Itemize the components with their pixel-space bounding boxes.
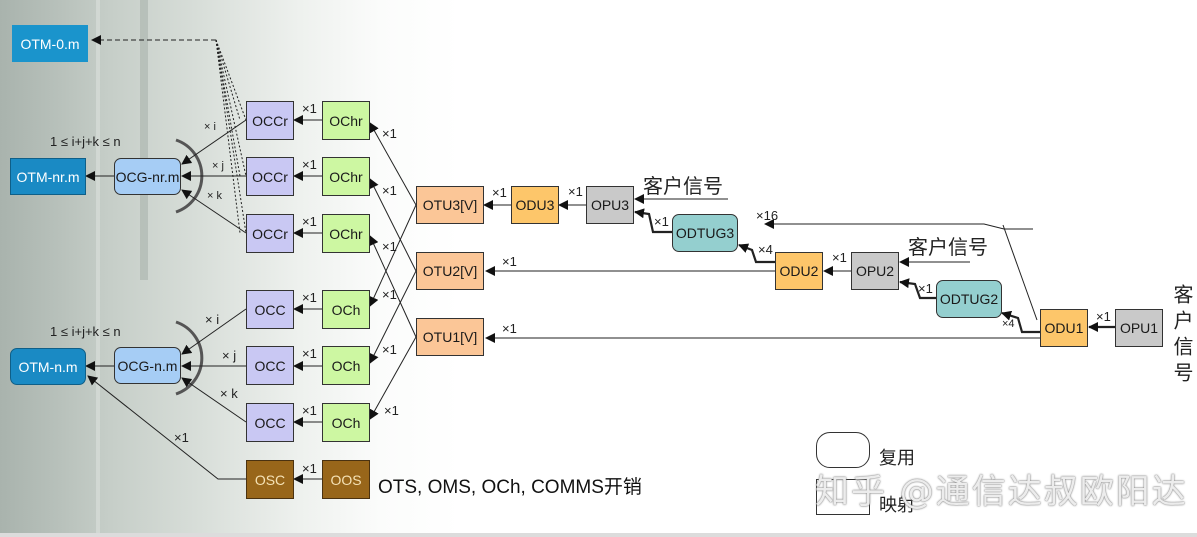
connection-lines — [85, 35, 1115, 484]
odu2-box: ODU2 — [775, 252, 823, 290]
multiplier-x1: ×1 — [1096, 309, 1111, 324]
multiplier-x1: ×1 — [302, 461, 317, 476]
och-box: OCh — [322, 346, 370, 385]
multiplier-k: × k — [207, 190, 222, 202]
otu-to-och-lines — [369, 122, 417, 420]
multiplier-i: × i — [204, 121, 216, 133]
multiplier-x1: ×1 — [302, 290, 317, 305]
odtug3-box: ODTUG3 — [672, 214, 738, 252]
multiplier-x1: ×1 — [382, 287, 397, 302]
multiplier-x1: ×1 — [382, 183, 397, 198]
ochr-box: OChr — [322, 214, 370, 253]
multiplier-x1: ×1 — [302, 346, 317, 361]
otm-nr-box: OTM-nr.m — [10, 158, 86, 195]
legend-multiplex-swatch — [816, 432, 870, 468]
multiplier-x1: ×1 — [302, 101, 317, 116]
multiplier-x1: ×1 — [302, 214, 317, 229]
oos-box: OOS — [322, 460, 370, 499]
constraint-label-top: 1 ≤ i+j+k ≤ n — [50, 134, 121, 149]
multiplier-x1: ×1 — [382, 342, 397, 357]
occ-box: OCC — [246, 346, 294, 385]
osc-box: OSC — [246, 460, 294, 499]
otu1-box: OTU1[V] — [416, 318, 484, 356]
multiplier-j: × j — [212, 160, 224, 172]
ocg-nr-box: OCG-nr.m — [114, 158, 181, 195]
multiplier-i: × i — [205, 312, 220, 327]
multiplier-x1: ×1 — [302, 403, 317, 418]
multiplier-x1: ×1 — [918, 281, 933, 296]
otu2-box: OTU2[V] — [416, 252, 484, 290]
otm-n-box: OTM-n.m — [10, 348, 86, 385]
multiplier-x1: ×1 — [302, 157, 317, 172]
occ-box: OCC — [246, 290, 294, 329]
multiplier-x1: ×1 — [654, 214, 669, 229]
ocg-n-box: OCG-n.m — [114, 347, 181, 384]
multiplier-x1: ×1 — [568, 184, 583, 199]
client-signal-label-vertical: 客户信号 — [1170, 284, 1194, 388]
ochr-box: OChr — [322, 157, 370, 196]
occ-box: OCC — [246, 403, 294, 442]
occr-box: OCCr — [246, 101, 294, 140]
multiplier-x4: ×4 — [758, 242, 773, 257]
multiplier-x1: ×1 — [492, 185, 507, 200]
otu3-box: OTU3[V] — [416, 186, 484, 224]
multiplier-x1: ×1 — [382, 126, 397, 141]
constraint-label-bottom: 1 ≤ i+j+k ≤ n — [50, 324, 121, 339]
client-signal-label: 客户信号 — [908, 235, 988, 259]
och-box: OCh — [322, 403, 370, 442]
multiplier-x1: ×1 — [502, 254, 517, 269]
watermark: 知乎 @通信达叔欧阳达 — [815, 472, 1188, 512]
multiplier-x1: ×1 — [382, 239, 397, 254]
overhead-note: OTS, OMS, OCh, COMMS开销 — [378, 477, 642, 498]
multiplier-osc: ×1 — [174, 430, 189, 445]
multiplier-x1: ×1 — [384, 403, 399, 418]
multiplier-j: × j — [222, 348, 237, 363]
och-box: OCh — [322, 290, 370, 329]
multiplier-x1: ×1 — [832, 250, 847, 265]
odtug2-box: ODTUG2 — [936, 280, 1002, 318]
client-signal-label: 客户信号 — [643, 174, 723, 198]
otm-0-box: OTM-0.m — [12, 25, 88, 62]
multiplier-x16: ×16 — [756, 208, 779, 223]
occr-box: OCCr — [246, 214, 294, 253]
multiplier-k: × k — [220, 386, 238, 401]
opu2-box: OPU2 — [851, 252, 899, 290]
multiplier-x4: ×4 — [1002, 318, 1015, 330]
opu3-box: OPU3 — [586, 186, 634, 224]
odu3-box: ODU3 — [511, 186, 559, 224]
occr-box: OCCr — [246, 157, 294, 196]
odu1-box: ODU1 — [1040, 309, 1088, 347]
opu1-box: OPU1 — [1115, 309, 1163, 347]
ochr-box: OChr — [322, 101, 370, 140]
multiplier-x1: ×1 — [502, 321, 517, 336]
